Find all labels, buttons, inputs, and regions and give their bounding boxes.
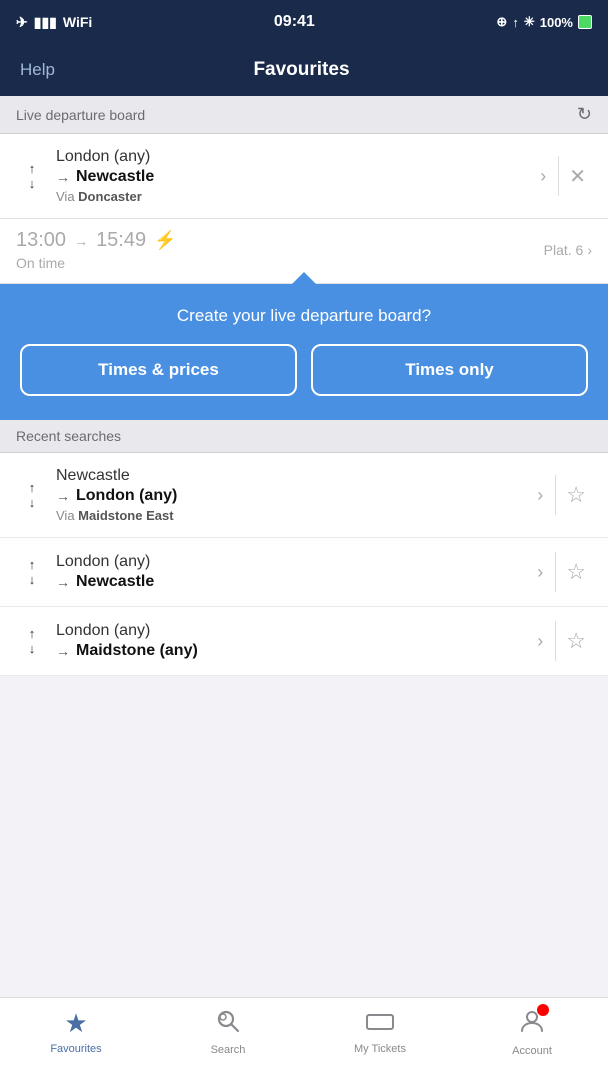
sort-icon: ↑ ↓ bbox=[16, 626, 48, 656]
route-details: London (any) → Newcastle Via Doncaster bbox=[48, 148, 532, 204]
platform-chevron-icon: › bbox=[587, 242, 592, 258]
time-left-section: 13:00 → 15:49 ⚡ On time bbox=[16, 229, 177, 271]
tab-search[interactable]: Search bbox=[152, 1008, 304, 1056]
time-display: 13:00 → 15:49 ⚡ bbox=[16, 229, 177, 252]
refresh-icon[interactable]: ↻ bbox=[577, 104, 592, 125]
live-board-title: Live departure board bbox=[16, 107, 145, 123]
tab-favourites-label: Favourites bbox=[50, 1043, 101, 1055]
arrival-time: 15:49 bbox=[96, 229, 146, 252]
list-item: ↑ ↓ London (any) → Maidstone (any) › ☆ bbox=[0, 607, 608, 676]
sort-icon: ↑ ↓ bbox=[16, 161, 48, 191]
on-time-status: On time bbox=[16, 255, 177, 271]
platform-label: Plat. 6 bbox=[544, 242, 584, 258]
route-details: Newcastle → London (any) Via Maidstone E… bbox=[48, 467, 529, 523]
favourites-icon: ★ bbox=[64, 1008, 87, 1039]
star-icon[interactable]: ☆ bbox=[560, 559, 592, 585]
recent-searches-title: Recent searches bbox=[16, 428, 121, 444]
to-label: London (any) bbox=[76, 487, 177, 505]
via-row: Via Doncaster bbox=[56, 189, 532, 204]
battery-icon bbox=[578, 15, 592, 29]
star-icon[interactable]: ☆ bbox=[560, 482, 592, 508]
create-board-popup: Create your live departure board? Times … bbox=[0, 284, 608, 420]
to-label: Newcastle bbox=[76, 168, 154, 186]
status-time: 09:41 bbox=[274, 13, 315, 31]
recent-searches-header: Recent searches bbox=[0, 420, 608, 453]
arrow-icon: ↑ bbox=[512, 15, 519, 30]
time-arrow-icon: → bbox=[74, 233, 88, 249]
status-left: ✈ ▮▮▮ WiFi bbox=[16, 14, 92, 31]
popup-buttons: Times & prices Times only bbox=[20, 344, 588, 396]
popup-arrow bbox=[290, 272, 318, 286]
times-only-button[interactable]: Times only bbox=[311, 344, 588, 396]
sort-icon: ↑ ↓ bbox=[16, 480, 48, 510]
tab-bar: ★ Favourites Search My Tickets bbox=[0, 997, 608, 1080]
tab-my-tickets[interactable]: My Tickets bbox=[304, 1008, 456, 1055]
chevron-right-icon[interactable]: › bbox=[529, 631, 551, 652]
airplane-icon: ✈ bbox=[16, 14, 28, 31]
direction-arrow-icon: → bbox=[56, 169, 70, 185]
account-badge bbox=[537, 1004, 549, 1016]
via-station: Maidstone East bbox=[78, 508, 173, 523]
live-board-header: Live departure board ↻ bbox=[0, 96, 608, 134]
to-row: → Newcastle bbox=[56, 168, 532, 186]
close-icon[interactable]: ✕ bbox=[563, 164, 592, 189]
signal-icon: ▮▮▮ bbox=[34, 14, 57, 31]
content-area: Live departure board ↻ ↑ ↓ London (any) … bbox=[0, 96, 608, 759]
from-label: London (any) bbox=[56, 148, 532, 166]
page-title: Favourites bbox=[253, 59, 349, 81]
lightning-icon: ⚡ bbox=[154, 230, 176, 251]
tab-tickets-label: My Tickets bbox=[354, 1043, 406, 1055]
platform-section: Plat. 6 › bbox=[544, 242, 592, 258]
chevron-right-icon[interactable]: › bbox=[529, 485, 551, 506]
to-row: → Maidstone (any) bbox=[56, 642, 529, 660]
battery-label: 100% bbox=[540, 15, 573, 30]
sort-icon: ↑ ↓ bbox=[16, 557, 48, 587]
chevron-right-icon[interactable]: › bbox=[529, 562, 551, 583]
from-label: London (any) bbox=[56, 622, 529, 640]
to-row: → Newcastle bbox=[56, 573, 529, 591]
nav-bar: Help Favourites bbox=[0, 44, 608, 96]
to-label: Maidstone (any) bbox=[76, 642, 198, 660]
separator bbox=[555, 552, 556, 592]
direction-arrow-icon: → bbox=[56, 488, 70, 504]
search-icon bbox=[215, 1008, 241, 1040]
popup-title: Create your live departure board? bbox=[20, 306, 588, 326]
route-details: London (any) → Newcastle bbox=[48, 553, 529, 591]
via-station: Doncaster bbox=[78, 189, 142, 204]
to-row: → London (any) bbox=[56, 487, 529, 505]
to-label: Newcastle bbox=[76, 573, 154, 591]
tab-account-label: Account bbox=[512, 1045, 552, 1057]
from-label: London (any) bbox=[56, 553, 529, 571]
route-details: London (any) → Maidstone (any) bbox=[48, 622, 529, 660]
status-bar: ✈ ▮▮▮ WiFi 09:41 ⊕ ↑ ✳ 100% bbox=[0, 0, 608, 44]
tab-search-label: Search bbox=[211, 1044, 246, 1056]
separator bbox=[555, 621, 556, 661]
list-item: ↑ ↓ London (any) → Newcastle › ☆ bbox=[0, 538, 608, 607]
help-button[interactable]: Help bbox=[20, 60, 55, 80]
my-tickets-icon bbox=[365, 1008, 395, 1039]
account-icon-wrapper bbox=[519, 1008, 545, 1041]
chevron-right-icon[interactable]: › bbox=[532, 166, 554, 187]
wifi-icon: WiFi bbox=[63, 14, 92, 30]
bluetooth-icon: ✳ bbox=[524, 14, 535, 30]
times-prices-button[interactable]: Times & prices bbox=[20, 344, 297, 396]
via-row: Via Maidstone East bbox=[56, 508, 529, 523]
route-row: ↑ ↓ London (any) → Newcastle Via Doncast… bbox=[16, 148, 592, 204]
from-label: Newcastle bbox=[56, 467, 529, 485]
favourite-item: ↑ ↓ London (any) → Newcastle Via Doncast… bbox=[0, 134, 608, 219]
list-item: ↑ ↓ Newcastle → London (any) Via Maidsto… bbox=[0, 453, 608, 538]
separator bbox=[555, 475, 556, 515]
location-icon: ⊕ bbox=[496, 14, 507, 30]
tab-account[interactable]: Account bbox=[456, 1008, 608, 1057]
star-icon[interactable]: ☆ bbox=[560, 628, 592, 654]
departure-time: 13:00 bbox=[16, 229, 66, 252]
direction-arrow-icon: → bbox=[56, 574, 70, 590]
separator bbox=[558, 156, 559, 196]
via-label: Via bbox=[56, 189, 78, 204]
tab-favourites[interactable]: ★ Favourites bbox=[0, 1008, 152, 1055]
status-right: ⊕ ↑ ✳ 100% bbox=[496, 14, 592, 30]
direction-arrow-icon: → bbox=[56, 643, 70, 659]
via-label: Via bbox=[56, 508, 78, 523]
